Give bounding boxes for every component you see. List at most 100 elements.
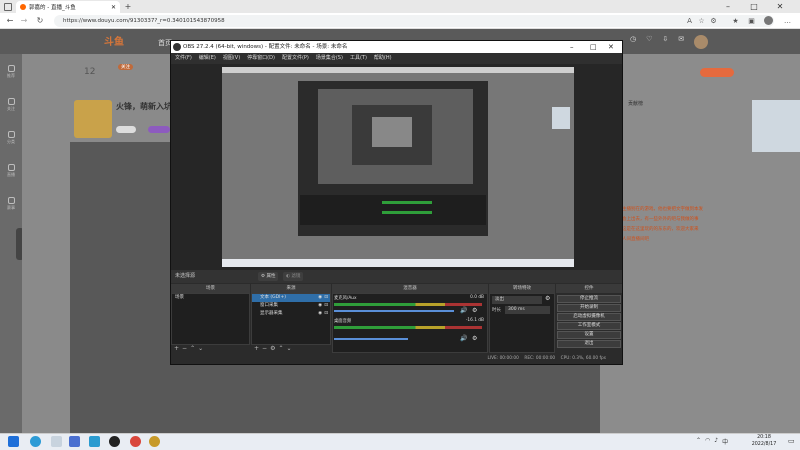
star-icon[interactable]: ☆ — [696, 14, 707, 28]
taskbar-clock[interactable]: 20:18 2022/8/17 — [744, 434, 784, 450]
eye-icon[interactable]: ◉ — [318, 294, 322, 302]
stop-streaming-button[interactable]: 停止推流 — [557, 295, 621, 303]
follow-badge[interactable]: 关注 — [118, 64, 133, 70]
source-item-text[interactable]: 文本 (GDI+) ◉ ⊡ — [252, 294, 330, 302]
site-logo[interactable]: 斗鱼 — [104, 33, 124, 48]
virtual-camera-button[interactable]: 启动虚拟摄像机 — [557, 313, 621, 321]
obs-maximize-button[interactable]: □ — [590, 41, 597, 53]
follow-icon[interactable]: ♡ — [646, 35, 652, 47]
new-tab-button[interactable]: + — [122, 1, 134, 13]
more-icon[interactable]: … — [782, 14, 793, 28]
message-icon[interactable]: ✉ — [678, 35, 684, 47]
ad-banner[interactable] — [752, 100, 800, 152]
menu-profile[interactable]: 配置文件(P) — [282, 53, 309, 64]
scene-down-button[interactable]: ⌄ — [198, 345, 206, 352]
edge-icon[interactable] — [30, 436, 41, 447]
sources-list[interactable]: 文本 (GDI+) ◉ ⊡ 窗口采集 ◉ ⊡ 显示器采集 ◉ ⊡ — [251, 293, 331, 345]
tab-title: 郭嘉的 - 直播_斗鱼 — [29, 5, 76, 11]
desktop-gear-icon[interactable]: ⚙ — [472, 335, 477, 342]
remove-scene-button[interactable]: − — [182, 345, 190, 352]
lock-icon[interactable]: ⊡ — [324, 302, 328, 310]
explorer-icon[interactable] — [89, 436, 100, 447]
add-source-button[interactable]: + — [254, 345, 262, 352]
sidebar-item-category[interactable]: 分类 — [0, 128, 22, 150]
lock-icon[interactable]: ⊡ — [324, 294, 328, 302]
read-aloud-icon[interactable]: A — [684, 14, 695, 28]
settings-button[interactable]: 设置 — [557, 331, 621, 339]
sidebar-item-match[interactable]: 赛事 — [0, 194, 22, 216]
eye-icon[interactable]: ◉ — [318, 310, 322, 318]
pk-badge[interactable] — [700, 68, 734, 77]
lock-icon[interactable]: ⊡ — [324, 310, 328, 318]
room-tag[interactable] — [116, 126, 136, 133]
transition-gear-icon[interactable]: ⚙ — [545, 295, 550, 302]
start-recording-button[interactable]: 开始录制 — [557, 304, 621, 312]
remove-source-button[interactable]: − — [262, 345, 270, 352]
studio-mode-button[interactable]: 工作室模式 — [557, 322, 621, 330]
refresh-icon[interactable]: ↻ — [34, 14, 46, 28]
collections-icon[interactable]: ▣ — [746, 14, 757, 28]
transition-select[interactable]: 淡出 — [492, 296, 542, 304]
chrome-icon[interactable] — [130, 436, 141, 447]
exit-button[interactable]: 退出 — [557, 340, 621, 348]
store-icon[interactable] — [69, 436, 80, 447]
source-item-window[interactable]: 窗口采集 ◉ ⊡ — [252, 302, 330, 310]
right-tab-contrib[interactable]: 贡献榜 — [628, 100, 643, 107]
filters-button[interactable]: ◐ 滤镜 — [283, 272, 304, 281]
add-scene-button[interactable]: + — [174, 345, 182, 352]
scene-item[interactable]: 场景 — [172, 294, 249, 302]
room-tag-purple[interactable] — [148, 126, 170, 133]
browser-tab[interactable]: 郭嘉的 - 直播_斗鱼 ✕ — [16, 1, 120, 13]
scenes-list[interactable]: 场景 — [171, 293, 250, 345]
mic-volume-slider[interactable] — [334, 310, 454, 312]
profile-icon[interactable] — [764, 16, 773, 25]
menu-view[interactable]: 视图(V) — [223, 53, 240, 64]
menu-edit[interactable]: 编辑(E) — [199, 53, 216, 64]
extensions-icon[interactable]: ⚙ — [708, 14, 719, 28]
volume-icon[interactable]: ♪ — [714, 437, 718, 446]
obs-minimize-button[interactable]: – — [570, 41, 574, 53]
download-icon[interactable]: ⇩ — [662, 35, 668, 47]
source-down-button[interactable]: ⌄ — [286, 345, 294, 352]
menu-tools[interactable]: 工具(T) — [350, 53, 367, 64]
history-icon[interactable]: ◷ — [630, 35, 636, 47]
address-bar[interactable]: https://www.douyu.com/9130337?_r=0.34010… — [54, 15, 774, 27]
avatar[interactable] — [694, 35, 709, 49]
close-tab-icon[interactable]: ✕ — [111, 4, 116, 11]
properties-button[interactable]: ⚙ 属性 — [258, 272, 279, 281]
source-item-display[interactable]: 显示器采集 ◉ ⊡ — [252, 310, 330, 318]
mic-speaker-icon[interactable]: 🔊 — [460, 307, 467, 314]
start-icon[interactable] — [8, 436, 19, 447]
eye-icon[interactable]: ◉ — [318, 302, 322, 310]
forward-icon[interactable]: → — [18, 14, 30, 28]
scene-up-button[interactable]: ⌃ — [190, 345, 198, 352]
sidebar-item-recommend[interactable]: 推荐 — [0, 62, 22, 84]
sidebar-item-follow[interactable]: 关注 — [0, 95, 22, 117]
obs-icon[interactable] — [109, 436, 120, 447]
back-icon[interactable]: ← — [4, 14, 16, 28]
mic-gear-icon[interactable]: ⚙ — [472, 307, 477, 314]
menu-file[interactable]: 文件(F) — [175, 53, 192, 64]
chevron-up-icon[interactable]: ⌃ — [696, 437, 701, 446]
app-icon[interactable] — [149, 436, 160, 447]
obs-close-button[interactable]: ✕ — [608, 41, 614, 53]
header-right-icons: ◷ ♡ ⇩ ✉ — [630, 35, 760, 49]
notification-icon[interactable]: ▭ — [788, 437, 795, 445]
menu-docks[interactable]: 停靠窗口(D) — [247, 53, 275, 64]
ime-icon[interactable]: 中 — [722, 437, 728, 446]
desktop-speaker-icon[interactable]: 🔊 — [460, 335, 467, 342]
close-window-button[interactable]: ✕ — [768, 0, 792, 13]
tab-actions-icon[interactable] — [4, 3, 12, 11]
menu-help[interactable]: 帮助(H) — [374, 53, 392, 64]
streamer-avatar[interactable] — [74, 100, 112, 138]
maximize-window-button[interactable]: □ — [742, 0, 766, 13]
network-icon[interactable]: ◠ — [705, 437, 710, 446]
favorites-icon[interactable]: ★ — [730, 14, 741, 28]
search-icon[interactable] — [51, 436, 62, 447]
desktop-volume-slider[interactable] — [334, 338, 408, 340]
menu-scene-collection[interactable]: 场景集合(S) — [316, 53, 343, 64]
no-source-selected: 未选择源 — [175, 273, 196, 279]
minimize-window-button[interactable]: – — [716, 0, 740, 13]
sidebar-item-live[interactable]: 直播 — [0, 161, 22, 183]
duration-input[interactable]: 300 ms — [505, 306, 550, 314]
